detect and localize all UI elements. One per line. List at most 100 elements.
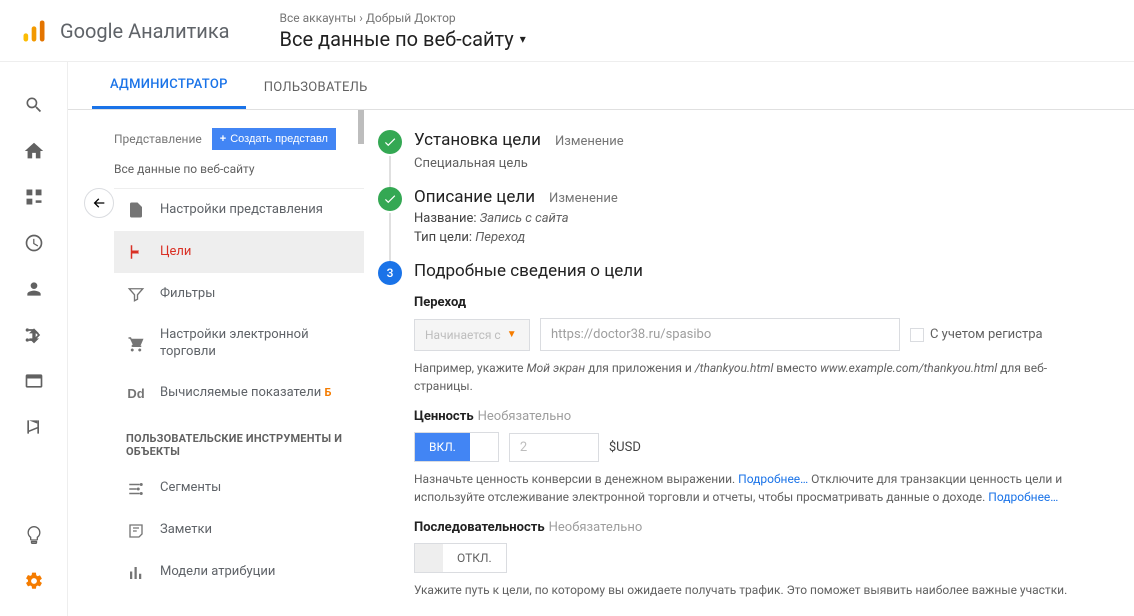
view-column-label: Представление [114, 132, 202, 146]
beta-badge: Б [324, 386, 331, 399]
sidebar-item-label: Цели [160, 244, 354, 261]
sidebar-item-label: Модели атрибуции [160, 564, 354, 581]
value-label: ЦенностьНеобязательно [414, 409, 1104, 424]
audience-icon[interactable] [0, 266, 68, 312]
sidebar-item-calculated-metrics[interactable]: Dd Вычисляемые показатели Б [114, 373, 364, 414]
step-title: Установка цели [414, 130, 541, 150]
toggle-on[interactable] [415, 544, 443, 572]
logo[interactable]: Google Аналитика [20, 17, 230, 45]
admin-gear-icon[interactable] [0, 558, 68, 604]
sidebar-item-label: Настройки представления [160, 202, 354, 219]
match-type-value: Начинается с [425, 328, 501, 342]
arrow-left-icon [91, 195, 107, 211]
barchart-icon [126, 564, 146, 582]
step-number-badge: 3 [378, 261, 402, 285]
acquisition-icon[interactable] [0, 312, 68, 358]
sidebar-item-label: Фильтры [160, 286, 354, 303]
cart-icon [126, 335, 146, 353]
logo-text: Google Аналитика [60, 19, 230, 43]
step-title: Описание цели [414, 187, 535, 207]
chevron-down-icon: ▼ [507, 329, 517, 340]
value-toggle[interactable]: ВКЛ. [414, 432, 499, 462]
goal-type-kv: Тип цели: Переход [414, 230, 1104, 245]
realtime-icon[interactable] [0, 220, 68, 266]
create-view-label: Создать представл [230, 133, 328, 145]
step-1: Установка цели Изменение Специальная цел… [378, 130, 1104, 171]
tab-user[interactable]: ПОЛЬЗОВАТЕЛЬ [246, 66, 386, 109]
destination-url-input[interactable]: https://doctor38.ru/spasibo [540, 318, 900, 351]
customization-icon[interactable] [0, 174, 68, 220]
learn-more-link[interactable]: Подробнее… [738, 472, 808, 486]
breadcrumb-root: Все аккаунты [280, 11, 357, 25]
toggle-off[interactable] [470, 433, 498, 461]
calculated-icon: Dd [127, 386, 144, 401]
funnel-help: Укажите путь к цели, по которому вы ожид… [414, 581, 1104, 599]
sidebar-item-notes[interactable]: Заметки [114, 510, 364, 552]
sidebar-item-ecommerce[interactable]: Настройки электронной торговли [114, 315, 364, 373]
step-3: 3 Подробные сведения о цели Переход Начи… [378, 261, 1104, 599]
chevron-down-icon: ▾ [520, 32, 526, 46]
currency-label: $USD [609, 440, 641, 455]
left-nav-rail [0, 62, 68, 616]
case-sensitive-checkbox[interactable]: С учетом регистра [910, 327, 1043, 342]
breadcrumb-account: Добрый Доктор [366, 11, 456, 25]
breadcrumb: Все аккаунты › Добрый Доктор [280, 11, 526, 25]
match-type-dropdown[interactable]: Начинается с ▼ [414, 319, 530, 351]
plus-icon: + [220, 133, 226, 145]
value-help: Назначьте ценность конверсии в денежном … [414, 470, 1104, 506]
segments-icon [126, 480, 146, 498]
sidebar-item-label: Вычисляемые показатели Б [160, 385, 354, 402]
destination-label: Переход [414, 295, 1104, 310]
behavior-icon[interactable] [0, 358, 68, 404]
checkbox-icon [910, 328, 924, 342]
notes-icon [126, 522, 146, 540]
case-sensitive-label: С учетом регистра [930, 327, 1043, 342]
admin-tabs: АДМИНИСТРАТОР ПОЛЬЗОВАТЕЛЬ [68, 62, 1134, 110]
search-icon[interactable] [0, 82, 68, 128]
check-icon [378, 130, 402, 154]
value-block: ЦенностьНеобязательно ВКЛ. 2 $USD Назнач… [414, 409, 1104, 506]
value-input[interactable]: 2 [509, 433, 599, 462]
view-settings-sidebar: Представление + Создать представл Все да… [114, 110, 364, 616]
sidebar-item-filters[interactable]: Фильтры [114, 273, 364, 315]
destination-help: Например, укажите Мой экран для приложен… [414, 359, 1104, 395]
sidebar-item-segments[interactable]: Сегменты [114, 468, 364, 510]
funnel-block: ПоследовательностьНеобязательно ОТКЛ. Ук… [414, 520, 1104, 599]
breadcrumb-sep: › [359, 11, 363, 25]
sidebar-item-label: Настройки электронной торговли [160, 327, 354, 361]
conversions-icon[interactable] [0, 404, 68, 450]
goal-name-kv: Название: Запись с сайта [414, 211, 1104, 226]
step-2: Описание цели Изменение Название: Запись… [378, 187, 1104, 245]
toggle-off[interactable]: ОТКЛ. [443, 544, 506, 572]
step-edit-link[interactable]: Изменение [555, 134, 624, 149]
step-title: Подробные сведения о цели [414, 261, 643, 281]
check-icon [378, 187, 402, 211]
home-icon[interactable] [0, 128, 68, 174]
create-view-button[interactable]: + Создать представл [212, 128, 336, 150]
learn-more-link[interactable]: Подробнее… [988, 490, 1058, 504]
scrollbar[interactable] [358, 110, 364, 144]
sidebar-item-label: Сегменты [160, 480, 354, 497]
view-name: Все данные по веб-сайту [280, 27, 514, 51]
analytics-logo-icon [20, 17, 48, 45]
header-account-selector[interactable]: Все аккаунты › Добрый Доктор Все данные … [280, 11, 526, 51]
sidebar-item-goals[interactable]: Цели [114, 231, 364, 273]
back-button[interactable] [84, 188, 114, 218]
document-icon [126, 201, 146, 219]
view-selector[interactable]: Все данные по веб-сайту ▾ [280, 27, 526, 51]
sidebar-item-label: Заметки [160, 522, 354, 539]
destination-block: Переход Начинается с ▼ https://doctor38.… [414, 295, 1104, 395]
discover-icon[interactable] [0, 512, 68, 558]
sidebar-section-header: ПОЛЬЗОВАТЕЛЬСКИЕ ИНСТРУМЕНТЫ И ОБЪЕКТЫ [114, 414, 364, 468]
tab-administrator[interactable]: АДМИНИСТРАТОР [92, 63, 246, 109]
funnel-label: ПоследовательностьНеобязательно [414, 520, 1104, 535]
sidebar-item-attribution[interactable]: Модели атрибуции [114, 552, 364, 594]
step-edit-link[interactable]: Изменение [549, 191, 618, 206]
funnel-toggle[interactable]: ОТКЛ. [414, 543, 507, 573]
flag-icon [126, 243, 146, 261]
step-subtitle: Специальная цель [414, 156, 1104, 171]
filter-icon [126, 285, 146, 303]
sidebar-item-view-settings[interactable]: Настройки представления [114, 189, 364, 231]
toggle-on[interactable]: ВКЛ. [415, 433, 470, 461]
current-view-name[interactable]: Все данные по веб-сайту [114, 156, 364, 189]
